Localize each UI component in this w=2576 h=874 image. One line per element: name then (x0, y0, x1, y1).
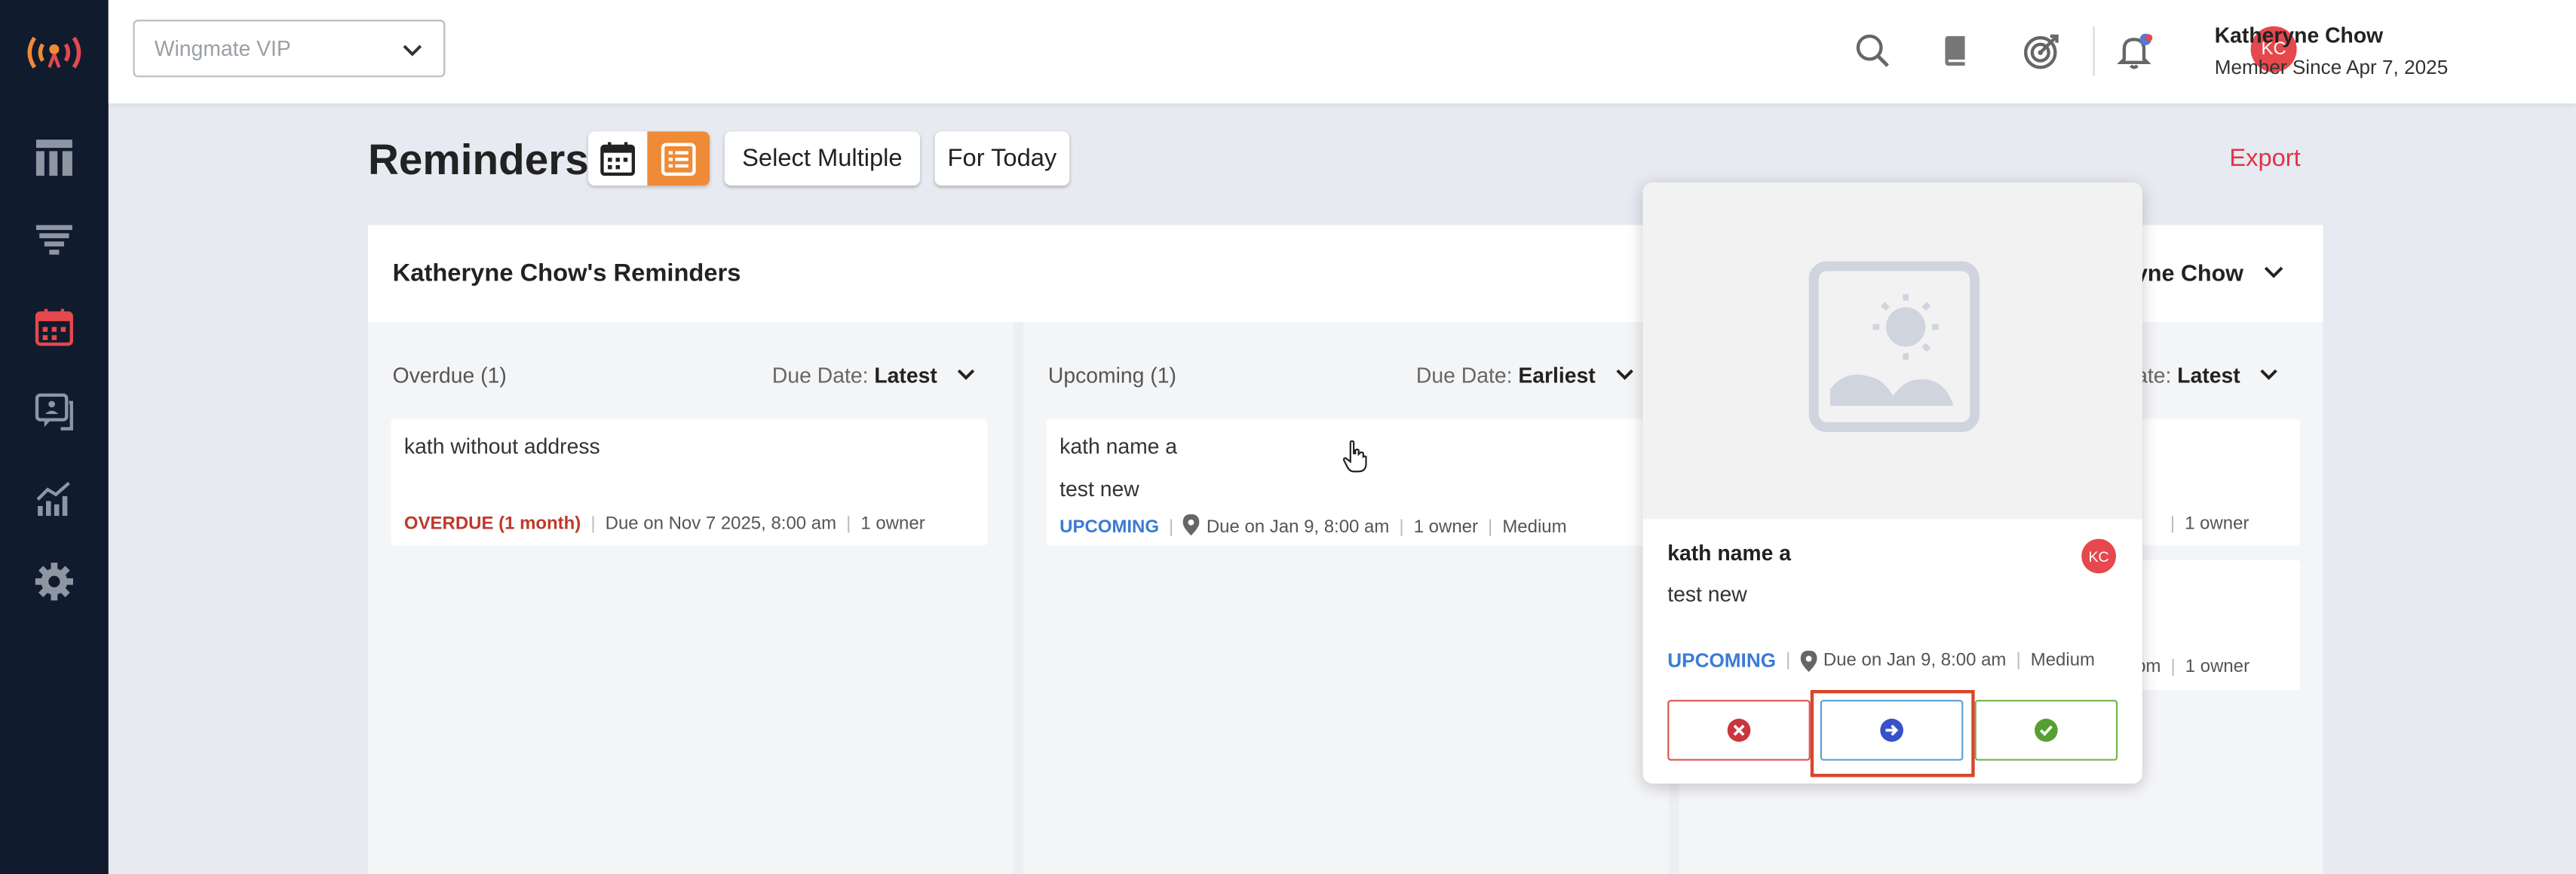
sort-overdue[interactable]: Due Date: Latest (772, 363, 976, 388)
top-bar: Wingmate VIP (108, 0, 2576, 104)
dismiss-button[interactable] (1667, 700, 1811, 761)
check-circle-icon (2035, 719, 2058, 742)
org-select[interactable]: Wingmate VIP (133, 20, 446, 78)
reminder-meta: UPCOMING | Due on Jan 9, 8:00 am | 1 owner | M… (1060, 514, 1567, 538)
reminder-subtitle: test new (1060, 476, 1139, 501)
priority: Medium (1502, 517, 1567, 538)
list-icon (661, 142, 696, 176)
app-logo[interactable] (0, 0, 109, 103)
due-date: Due on Jan 9, 8:00 am (1823, 650, 2007, 670)
chevron-down-icon (2265, 266, 2284, 278)
owner-count: 1 owner (860, 514, 925, 535)
owner-count: 1 owner (2185, 514, 2249, 535)
image-placeholder (1642, 182, 2142, 520)
selection-highlight (1810, 689, 1975, 777)
popup-subtitle: test new (1667, 581, 1747, 606)
image-placeholder-icon (1808, 261, 1980, 432)
sort-value: Latest (874, 363, 937, 388)
location-pin-icon (1800, 649, 1817, 671)
sort-upcoming[interactable]: Due Date: Earliest (1416, 363, 1634, 388)
priority: Medium (2030, 650, 2095, 670)
status-badge: UPCOMING (1667, 649, 1777, 673)
popup-meta: UPCOMING | Due on Jan 9, 8:00 am | Medium (1667, 649, 2095, 673)
reminder-meta: pm | 1 owner (2136, 657, 2250, 677)
book-icon[interactable] (1937, 31, 1976, 70)
calendar-icon (600, 141, 636, 176)
member-since: Member Since Apr 7, 2025 (2214, 56, 2449, 79)
chevron-down-icon (1615, 369, 1633, 380)
assignee-select-value: ryne Chow (2126, 259, 2244, 287)
status-badge: OVERDUE (1 month) (403, 514, 581, 535)
export-link[interactable]: Export (2229, 145, 2300, 173)
reminder-card[interactable]: kath name a test new UPCOMING | Due on Jan… (1046, 419, 1651, 546)
due-date: Due on Nov 7 2025, 8:00 am (605, 514, 837, 535)
panel-title: Katheryne Chow's Reminders (392, 259, 741, 288)
owner-count: 1 owner (1413, 517, 1478, 538)
status-badge: UPCOMING (1060, 517, 1159, 538)
bell-icon[interactable] (2116, 31, 2155, 70)
view-toggle (587, 131, 710, 186)
reminder-title: kath name a (1060, 434, 1178, 458)
column-header-overdue: Overdue (1) (392, 363, 507, 388)
search-icon[interactable] (1853, 31, 1892, 70)
owner-avatar: KC (2081, 538, 2116, 574)
sort-third[interactable]: ate: Latest (2136, 363, 2279, 388)
for-today-button[interactable]: For Today (934, 131, 1070, 186)
settings-icon[interactable] (31, 559, 77, 605)
owner-count: 1 owner (2185, 657, 2250, 677)
calendar-icon[interactable] (31, 304, 77, 350)
assignee-select[interactable]: ryne Chow (2126, 259, 2286, 286)
topbar-divider (2093, 26, 2095, 76)
location-pin-icon (1183, 514, 1201, 536)
page-title: Reminders (367, 134, 589, 184)
reminder-card[interactable]: kath without address OVERDUE (1 month) | D… (391, 419, 988, 546)
upcoming-column (1023, 321, 1670, 874)
target-icon[interactable] (2022, 31, 2062, 70)
complete-button[interactable] (1974, 700, 2118, 761)
funnel-icon[interactable] (31, 219, 77, 265)
popup-title: kath name a (1667, 540, 1791, 566)
broadcast-logo-icon (27, 35, 81, 68)
chat-icon[interactable] (31, 389, 77, 435)
sort-value: Latest (2177, 363, 2240, 388)
calendar-view-button[interactable] (587, 131, 648, 186)
analytics-icon[interactable] (31, 475, 77, 521)
column-header-upcoming: Upcoming (1) (1047, 363, 1176, 388)
reminder-meta: OVERDUE (1 month) | Due on Nov 7 2025, 8:0… (403, 514, 925, 535)
list-view-button[interactable] (647, 131, 710, 186)
close-circle-icon (1727, 719, 1751, 742)
hand-cursor-icon (1342, 440, 1367, 473)
sort-label: Due Date: (1415, 363, 1513, 388)
chevron-down-icon (403, 44, 422, 57)
due-date: Due on Jan 9, 8:00 am (1206, 517, 1390, 538)
reminder-title: kath without address (403, 434, 600, 458)
dashboard-icon[interactable] (31, 135, 77, 181)
org-select-value: Wingmate VIP (154, 35, 291, 61)
chevron-down-icon (958, 369, 975, 380)
select-multiple-button[interactable]: Select Multiple (724, 131, 920, 186)
overdue-column (367, 321, 1014, 874)
reminder-meta: | 1 owner (2170, 514, 2249, 535)
sort-value: Earliest (1518, 363, 1596, 388)
sort-label: Due Date: (771, 363, 869, 388)
user-name: Katheryne Chow (2214, 23, 2384, 48)
chevron-down-icon (2260, 369, 2278, 380)
sidebar (0, 0, 109, 874)
